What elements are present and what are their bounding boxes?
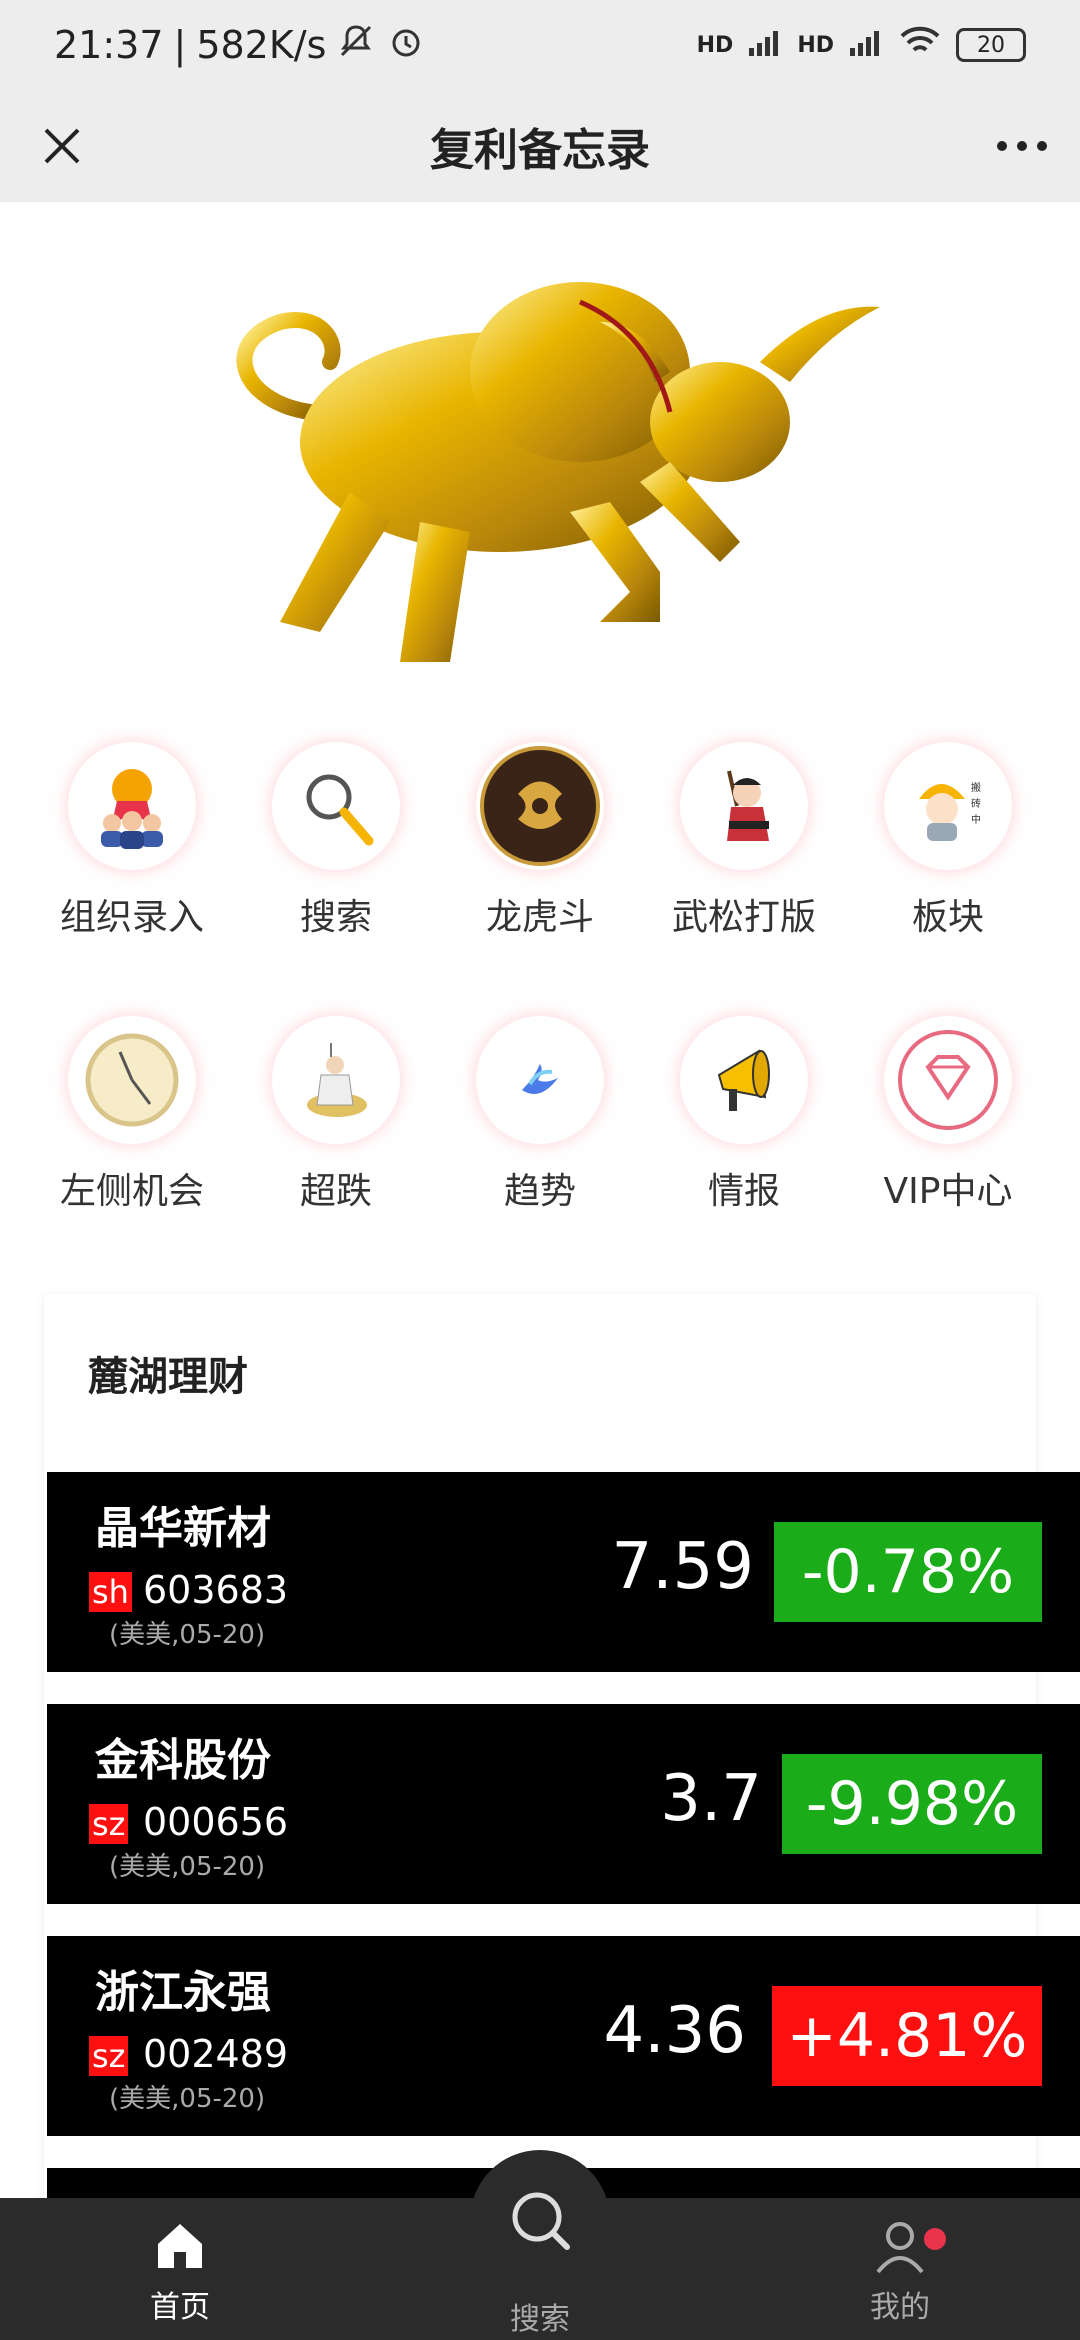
grid-item-sector[interactable]: 搬砖中 板块 [858,742,1038,1016]
feature-row-2: 左侧机会 超跌 趋势 情报 VIP中心 [0,1016,1080,1290]
more-button[interactable] [988,112,1056,180]
grid-label: 趋势 [503,1171,576,1212]
stock-panel: 麓湖理财 晶华新材 sh 603683 (美美,05-20) 7.59 -0.7… [44,1294,1080,2254]
grid-label: VIP中心 [883,1171,1013,1212]
grid-item-oversold[interactable]: 超跌 [246,1016,426,1290]
wifi-icon [898,23,942,67]
megaphone-icon [680,1016,808,1144]
feature-row-1: 组织录入 搜索 龙虎斗 武松打版 搬 砖 中 板块 [0,742,1080,1016]
grid-label: 组织录入 [59,897,204,938]
exchange-badge: sh [89,1572,132,1612]
stock-note: (美美,05-20) [109,1852,266,1882]
stock-code: 603683 [143,1568,289,1612]
nav-search[interactable]: 搜索 [450,2294,630,2338]
stock-price: 3.7 [660,1762,762,1836]
golden-bull-icon [200,262,900,692]
nav-home[interactable]: 首页 [90,2218,270,2326]
stock-code: 000656 [143,1800,289,1844]
status-divider: | [173,23,187,67]
nav-home-label: 首页 [150,2290,210,2325]
grid-label: 左侧机会 [59,1171,204,1212]
status-time: 21:37 [54,23,164,67]
grid-item-search[interactable]: 搜索 [246,742,426,1016]
grid-item-vip-center[interactable]: VIP中心 [858,1016,1038,1290]
stock-name: 浙江永强 [95,1967,271,2018]
grid-label: 板块 [911,897,984,938]
battery-icon: 20 [956,28,1026,62]
stock-row[interactable]: 浙江永强 sz 002489 (美美,05-20) 4.36 +4.81% [47,1936,1080,2136]
signal-icon-1 [747,23,783,67]
stock-name: 金科股份 [95,1735,271,1786]
home-icon [158,2224,202,2268]
dragon-tiger-icon [476,742,604,870]
grid-label: 搜索 [299,897,372,938]
svg-text:搬: 搬 [971,781,981,794]
signal-icon-2 [848,23,884,67]
nav-mine[interactable]: 我的 [810,2218,990,2326]
grid-label: 龙虎斗 [485,897,594,938]
stock-price: 4.36 [603,1994,747,2068]
notification-dot [924,2228,946,2250]
stock-note: (美美,05-20) [109,2084,266,2114]
status-speed: 582K/s [196,23,327,67]
grid-item-org-entry[interactable]: 组织录入 [42,742,222,1016]
nav-mine-label: 我的 [870,2290,930,2325]
diamond-icon [884,1016,1012,1144]
stock-code: 002489 [143,2032,289,2076]
medal-people-icon [68,742,196,870]
feature-grid: 组织录入 搜索 龙虎斗 武松打版 搬 砖 中 板块 左侧机会 超跌 趋势 情报 … [0,742,1080,1290]
stock-change: -9.98% [782,1754,1042,1854]
warrior-icon [680,742,808,870]
status-right: HD HD 20 [697,23,1026,67]
main-content: 组织录入 搜索 龙虎斗 武松打版 搬 砖 中 板块 左侧机会 超跌 趋势 情报 … [0,202,1080,2254]
exchange-badge: sz [89,1804,129,1844]
page-title: 复利备忘录 [430,125,650,176]
signal-hd-1: HD [696,32,734,58]
sage-icon [272,1016,400,1144]
stock-row[interactable]: 金科股份 sz 000656 (美美,05-20) 3.7 -9.98% [47,1704,1080,1904]
svg-text:砖: 砖 [971,797,981,810]
user-icon [876,2222,924,2274]
signal-hd-2: HD [797,32,834,58]
more-icon [997,141,1047,151]
grid-label: 情报 [707,1171,780,1212]
stock-change: +4.81% [772,1986,1042,2086]
exchange-badge: sz [89,2036,129,2076]
alarm-icon [386,21,426,70]
grid-item-intel[interactable]: 情报 [654,1016,834,1290]
stock-name: 晶华新材 [95,1503,271,1554]
stock-note: (美美,05-20) [109,1620,266,1650]
grid-item-wusong[interactable]: 武松打版 [654,742,834,1016]
panel-title: 麓湖理财 [88,1354,248,1400]
status-left: 21:37 | 582K/s [54,21,426,70]
worker-icon: 搬砖中 [884,742,1012,870]
nav-search-button[interactable] [470,2150,610,2290]
stock-price: 7.59 [611,1530,755,1604]
clock-icon [68,1016,196,1144]
status-bar: 21:37 | 582K/s HD HD 20 [0,0,1080,90]
grid-label: 武松打版 [671,897,816,938]
svg-text:中: 中 [971,813,981,826]
close-button[interactable] [28,112,96,180]
nav-search-label: 搜索 [510,2302,570,2337]
stock-change: -0.78% [774,1522,1042,1622]
stock-row[interactable]: 晶华新材 sh 603683 (美美,05-20) 7.59 -0.78% [47,1472,1080,1672]
grid-item-trend[interactable]: 趋势 [450,1016,630,1290]
magnifier-icon [272,742,400,870]
mute-icon [336,21,376,70]
grid-label: 超跌 [299,1171,372,1212]
grid-item-left-opportunity[interactable]: 左侧机会 [42,1016,222,1290]
close-icon [44,128,80,164]
bird-icon [476,1016,604,1144]
search-icon [512,2192,570,2250]
bottom-nav: 首页 搜索 我的 [0,2150,1080,2340]
grid-item-dragon-tiger[interactable]: 龙虎斗 [450,742,630,1016]
title-bar: 复利备忘录 [0,90,1080,202]
